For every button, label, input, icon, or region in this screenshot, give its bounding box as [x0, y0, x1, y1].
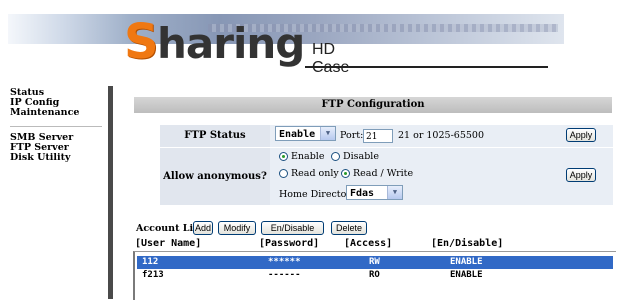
anon-disable-radio[interactable]	[331, 152, 340, 161]
sidebar-item-maintenance[interactable]: Maintenance	[10, 108, 105, 118]
ftp-status-label: FTP Status	[160, 125, 270, 147]
anonymous-label: Allow anonymous?	[160, 148, 270, 205]
column-access: [Access]	[344, 238, 393, 249]
logo-underline	[305, 66, 548, 68]
logo-initial: S	[124, 14, 159, 70]
row-user: 112	[142, 257, 159, 267]
modify-account-button[interactable]: Modify	[218, 221, 256, 235]
read-only-label: Read only	[291, 168, 339, 179]
port-input[interactable]: 21	[363, 129, 393, 143]
row-access: RW	[369, 257, 380, 267]
column-en-disable: [En/Disable]	[431, 238, 504, 249]
home-directory-value: Fdas	[350, 188, 375, 199]
table-row[interactable]: f213 ------ RO ENABLE	[137, 269, 613, 282]
row-state: ENABLE	[450, 270, 483, 280]
read-write-radio[interactable]	[341, 169, 350, 178]
header-banner: S haring HD Case	[0, 0, 617, 80]
account-list-header: [User Name] [Password] [Access] [En/Disa…	[135, 237, 613, 250]
row-state: ENABLE	[450, 257, 483, 267]
anon-enable-radio[interactable]	[279, 152, 288, 161]
logo-word: haring	[157, 19, 305, 68]
row-password: ------	[268, 270, 301, 280]
chevron-down-icon: ▼	[387, 186, 402, 199]
read-only-radio[interactable]	[279, 169, 288, 178]
anon-enable-label: Enable	[291, 151, 325, 162]
logo-subtitle: HD Case	[312, 41, 349, 76]
anonymous-row: Allow anonymous? Enable Disable Read onl…	[160, 148, 613, 205]
sidebar-divider	[108, 86, 113, 299]
account-listbox[interactable]: 112 ****** RW ENABLE f213 ------ RO ENAB…	[133, 251, 616, 300]
read-write-label: Read / Write	[353, 168, 414, 179]
row-access: RO	[369, 270, 380, 280]
sidebar-separator	[10, 118, 102, 127]
chevron-down-icon: ▼	[320, 127, 335, 140]
sidebar-nav: Status IP Config Maintenance SMB Server …	[10, 88, 105, 163]
port-label: Port:	[340, 130, 364, 141]
row-user: f213	[142, 270, 164, 280]
anon-disable-label: Disable	[343, 151, 379, 162]
column-password: [Password]	[259, 238, 320, 249]
add-account-button[interactable]: Add	[193, 221, 213, 235]
ftp-status-select[interactable]: Enable ▼	[275, 126, 336, 141]
delete-account-button[interactable]: Delete	[331, 221, 367, 235]
apply-status-button[interactable]: Apply	[566, 128, 596, 142]
ftp-status-row: FTP Status Enable ▼ Port: 21 21 or 1025-…	[160, 125, 613, 147]
sidebar-item-disk-utility[interactable]: Disk Utility	[10, 153, 105, 163]
row-password: ******	[268, 257, 301, 267]
port-hint: 21 or 1025-65500	[398, 130, 484, 141]
ftp-status-value: Enable	[279, 129, 316, 140]
apply-anonymous-button[interactable]: Apply	[566, 168, 596, 182]
home-directory-select[interactable]: Fdas ▼	[346, 185, 403, 200]
column-user-name: [User Name]	[135, 238, 202, 249]
endisable-account-button[interactable]: En/Disable	[261, 221, 324, 235]
table-row[interactable]: 112 ****** RW ENABLE	[137, 256, 613, 269]
section-title: FTP Configuration	[134, 97, 612, 113]
